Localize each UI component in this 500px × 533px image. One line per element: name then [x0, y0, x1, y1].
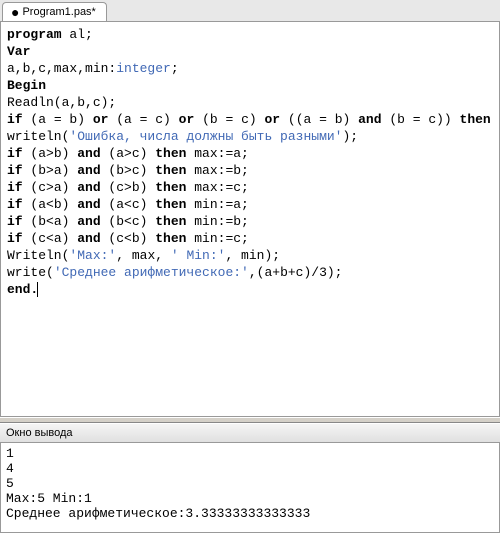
code-text: (a<b) [23, 197, 78, 212]
string-literal: 'Среднее арифметическое:' [54, 265, 249, 280]
keyword: Begin [7, 78, 46, 93]
code-text: , max, [116, 248, 171, 263]
code-text: (b<a) [23, 214, 78, 229]
code-text: ; [171, 61, 179, 76]
code-text: min:=c; [186, 231, 248, 246]
code-text: ,(a+b+c)/3); [249, 265, 343, 280]
code-text: (b>c) [101, 163, 156, 178]
keyword: or [264, 112, 280, 127]
keyword: end. [7, 282, 38, 297]
keyword: or [179, 112, 195, 127]
code-text: min:=b; [186, 214, 248, 229]
code-text: writeln( [7, 129, 69, 144]
keyword: if [7, 112, 23, 127]
string-literal: 'Max:' [69, 248, 116, 263]
keyword: then [155, 180, 186, 195]
code-text: , min); [225, 248, 280, 263]
code-text: Writeln( [7, 248, 69, 263]
keyword: and [77, 231, 100, 246]
type-name: integer [116, 61, 171, 76]
keyword: and [77, 163, 100, 178]
keyword: if [7, 146, 23, 161]
keyword: and [358, 112, 381, 127]
code-text: max:=c; [186, 180, 248, 195]
keyword: or [93, 112, 109, 127]
string-literal: 'Ошибка, числа должны быть разными' [69, 129, 342, 144]
keyword: then [155, 214, 186, 229]
keyword: and [77, 197, 100, 212]
code-text: ((a = b) [280, 112, 358, 127]
code-text: (c>a) [23, 180, 78, 195]
code-text: (c<b) [101, 231, 156, 246]
code-text: (c<a) [23, 231, 78, 246]
code-text: al; [62, 27, 93, 42]
keyword: program [7, 27, 62, 42]
keyword: then [155, 231, 186, 246]
code-text: write( [7, 265, 54, 280]
code-text: a,b,c,max,min: [7, 61, 116, 76]
output-panel-title: Окно вывода [0, 423, 500, 443]
code-text: min:=a; [186, 197, 248, 212]
code-text: (b>a) [23, 163, 78, 178]
code-text: (b = c) [194, 112, 264, 127]
keyword: then [155, 163, 186, 178]
keyword: and [77, 214, 100, 229]
output-panel[interactable]: 1 4 5 Max:5 Min:1 Среднее арифметическое… [0, 443, 500, 533]
code-text: (b = c)) [382, 112, 460, 127]
code-text: (a<c) [101, 197, 156, 212]
code-text: (a>b) [23, 146, 78, 161]
keyword: Var [7, 44, 30, 59]
code-text: (c>b) [101, 180, 156, 195]
keyword: if [7, 163, 23, 178]
tab-bar: ● Program1.pas* [0, 0, 500, 22]
keyword: if [7, 197, 23, 212]
keyword: and [77, 146, 100, 161]
tab-title: Program1.pas* [22, 6, 95, 18]
code-text: max:=a; [186, 146, 248, 161]
keyword: if [7, 231, 23, 246]
code-editor[interactable]: program al; Var a,b,c,max,min:integer; B… [0, 22, 500, 417]
dirty-indicator-icon: ● [11, 5, 19, 19]
code-text: (a>c) [101, 146, 156, 161]
code-text: Readln(a,b,c); [7, 95, 116, 110]
code-text: (a = c) [108, 112, 178, 127]
code-text: max:=b; [186, 163, 248, 178]
keyword: then [155, 197, 186, 212]
file-tab[interactable]: ● Program1.pas* [2, 2, 107, 21]
code-text: (b<c) [101, 214, 156, 229]
keyword: and [77, 180, 100, 195]
keyword: if [7, 214, 23, 229]
code-text: ); [342, 129, 358, 144]
keyword: if [7, 180, 23, 195]
keyword: then [460, 112, 491, 127]
string-literal: ' Min:' [171, 248, 226, 263]
code-text: (a = b) [23, 112, 93, 127]
keyword: then [155, 146, 186, 161]
